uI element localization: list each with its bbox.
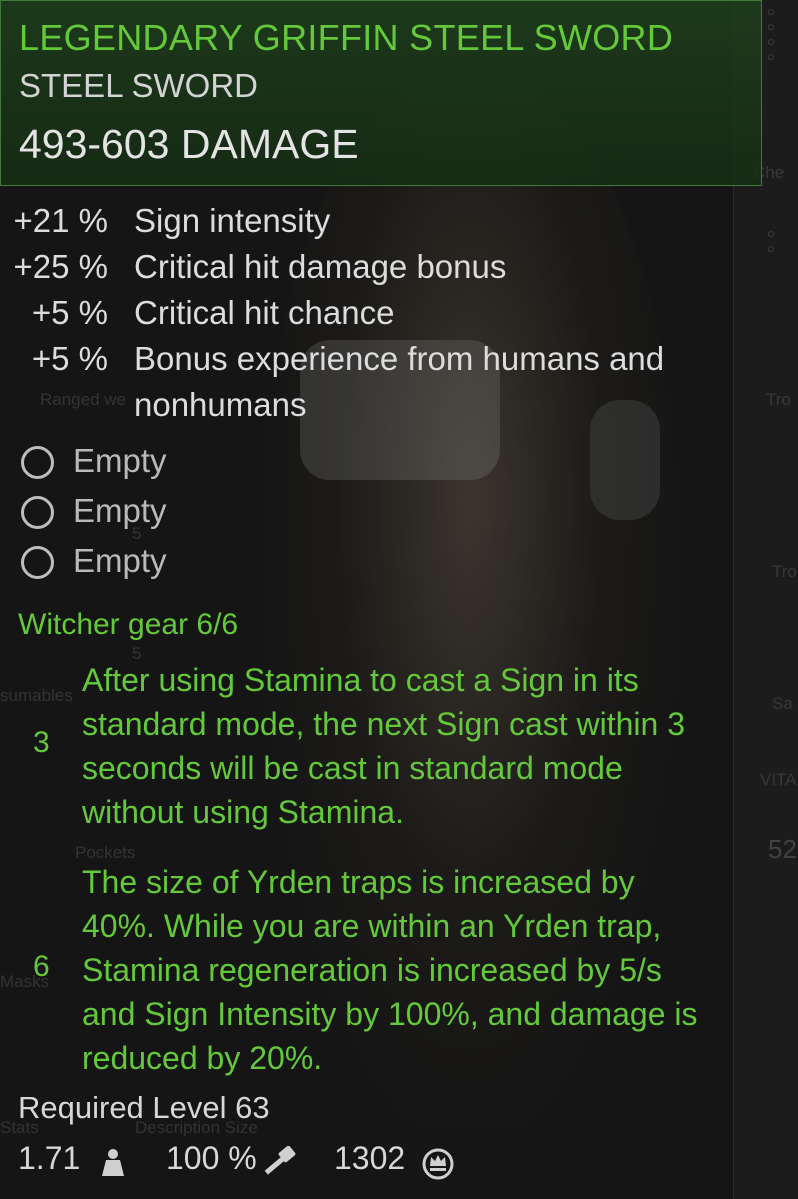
price-value: 1302 xyxy=(334,1140,406,1176)
empty-slot-icon xyxy=(21,496,54,529)
bg-label-consumables: sumables xyxy=(0,686,73,705)
stat-label: Sign intensity xyxy=(134,202,331,239)
stat-value: +5 % xyxy=(31,340,108,377)
stat-label: Critical hit damage bonus xyxy=(134,248,507,285)
bg-label-tro-1: Tro xyxy=(766,390,791,409)
hammer-icon xyxy=(260,1145,300,1188)
set-bonus-text: The size of Yrden traps is increased by … xyxy=(82,864,698,1076)
stat-row: +25 % Critical hit damage bonus xyxy=(0,244,730,290)
item-type: STEEL SWORD xyxy=(19,67,258,104)
stat-label: Bonus experience from humans and nonhuma… xyxy=(134,340,665,423)
stat-row: +21 % Sign intensity xyxy=(0,198,730,244)
weight-value: 1.71 xyxy=(18,1140,81,1176)
stat-row: +5 % Bonus experience from humans and no… xyxy=(0,336,730,428)
empty-slot-icon xyxy=(21,546,54,579)
set-bonus-text: After using Stamina to cast a Sign in it… xyxy=(82,662,686,830)
slot-label: Empty xyxy=(73,542,167,579)
durability-value: 100 % xyxy=(166,1140,257,1176)
stat-label: Critical hit chance xyxy=(134,294,395,331)
slot-label: Empty xyxy=(73,442,167,479)
bg-label-52: 52 xyxy=(768,834,797,864)
bg-label-vita: VITA xyxy=(760,770,797,789)
slot-dots-mid: ○ ○ xyxy=(767,226,777,256)
slot-dots-top: ○ ○ ○ ○ xyxy=(767,4,777,64)
required-level: Required Level 63 xyxy=(18,1090,270,1125)
item-damage: 493-603 DAMAGE xyxy=(19,121,359,167)
slot-label: Empty xyxy=(73,492,167,529)
item-header: LEGENDARY GRIFFIN STEEL SWORD STEEL SWOR… xyxy=(0,0,762,186)
set-bonus-pieces: 3 xyxy=(33,726,50,759)
stat-value: +5 % xyxy=(31,294,108,331)
set-bonus-pieces: 6 xyxy=(33,950,50,983)
bg-label-sa: Sa xyxy=(772,694,793,713)
weight-icon xyxy=(96,1146,130,1188)
set-bonus-title: Witcher gear 6/6 xyxy=(18,608,239,641)
stat-value: +21 % xyxy=(13,202,109,239)
bg-label-tro-2: Tro xyxy=(772,562,797,581)
item-name: LEGENDARY GRIFFIN STEEL SWORD xyxy=(19,17,674,58)
crown-coin-icon xyxy=(420,1146,456,1188)
empty-slot-icon xyxy=(21,446,54,479)
stat-list: +21 % Sign intensity +25 % Critical hit … xyxy=(0,198,730,428)
stat-row: +5 % Critical hit chance xyxy=(0,290,730,336)
stat-value: +25 % xyxy=(13,248,109,285)
